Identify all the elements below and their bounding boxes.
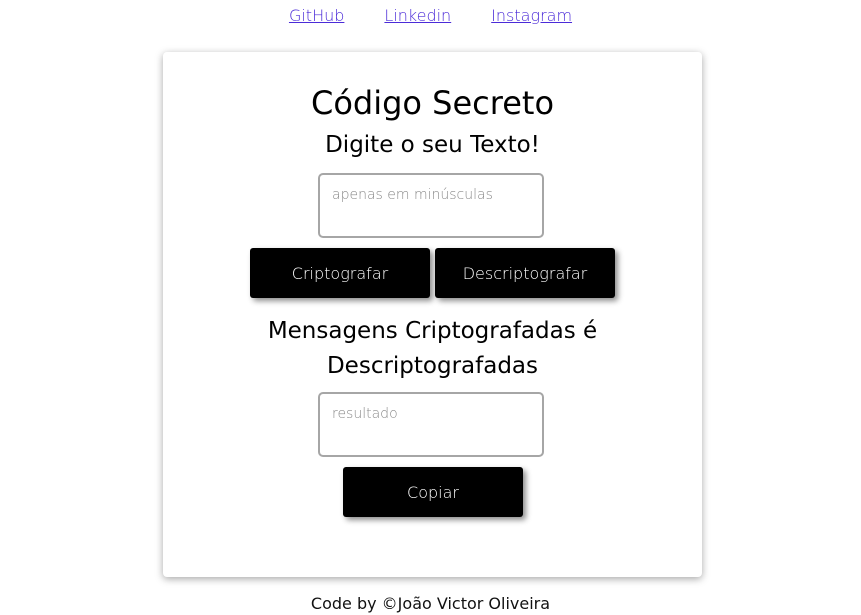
instagram-link[interactable]: Instagram [491,6,572,25]
github-link[interactable]: GitHub [289,6,344,25]
output-subtitle: Mensagens Criptografadas é Descriptograf… [267,318,598,379]
input-subtitle: Digite o seu Texto! [325,132,540,158]
top-nav: GitHub Linkedin Instagram [0,6,861,25]
input-textarea[interactable] [318,173,544,238]
footer-credit: Code by ©João Victor Oliveira [310,594,551,613]
copy-button[interactable]: Copiar [343,467,523,517]
decrypt-button[interactable]: Descriptografar [435,248,615,298]
encrypt-button[interactable]: Criptografar [250,248,430,298]
page-title: Código Secreto [310,84,555,122]
output-textarea[interactable] [318,392,544,457]
linkedin-link[interactable]: Linkedin [384,6,451,25]
main-card: Código Secreto Digite o seu Texto! Cript… [163,52,702,577]
